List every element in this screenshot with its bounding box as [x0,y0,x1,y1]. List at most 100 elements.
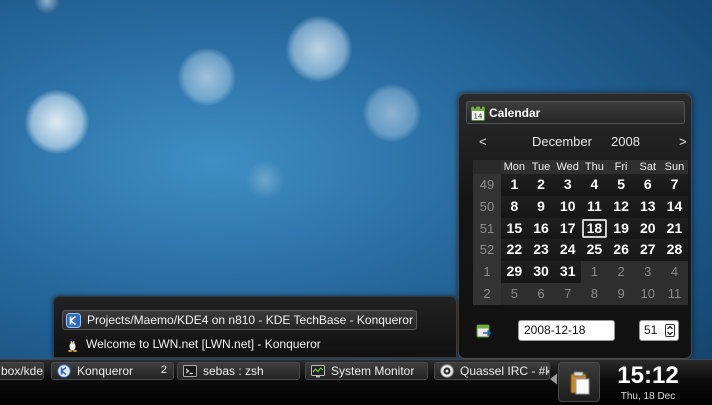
calendar-day[interactable]: 4 [581,174,608,196]
calendar-day[interactable]: 23 [527,239,555,262]
week-number[interactable]: 49 [473,174,501,196]
calendar-day[interactable]: 11 [581,195,608,218]
calendar-day[interactable]: 2 [527,174,555,196]
week-number-spinbox[interactable]: 51 [639,320,679,341]
terminal-icon [183,364,197,378]
day-names-row: Mon Tue Wed Thu Fri Sat Sun [473,160,688,174]
system-monitor-icon [311,364,325,378]
clipboard-icon[interactable] [569,371,591,399]
calendar-day-today[interactable]: 18 [581,217,608,240]
calendar-day[interactable]: 13 [634,195,662,218]
task-group-popup: Projects/Maemo/KDE4 on n810 - KDE TechBa… [53,296,457,358]
wallpaper-light [245,160,285,200]
day-name-header: Mon [503,161,526,173]
calendar-day[interactable]: 10 [634,282,662,305]
week-number[interactable]: 1 [473,261,501,283]
calendar-day[interactable]: 17 [554,217,582,240]
calendar-day[interactable]: 7 [661,174,688,196]
calendar-day[interactable]: 29 [501,261,528,283]
calendar-day[interactable]: 26 [607,239,635,262]
task-label: box/kde [1,364,44,378]
calendar-widget: 14 Calendar < December 2008 > Mon Tue Wed T… [458,93,692,359]
clock-time[interactable]: 15:12 [603,362,693,390]
date-input[interactable]: 2008-12-18 [518,320,615,341]
year-label[interactable]: 2008 [611,134,640,149]
quassel-icon [440,364,454,378]
calendar-day[interactable]: 1 [581,261,608,283]
calendar-day[interactable]: 28 [661,239,688,262]
calendar-day[interactable]: 30 [527,261,555,283]
calendar-day[interactable]: 16 [527,217,555,240]
task-label: sebas : zsh [203,364,264,378]
jump-to-today-icon[interactable] [476,323,492,339]
calendar-grid: Mon Tue Wed Thu Fri Sat Sun 49 1 2 3 4 5 6 7 50 8 9 10 11 1… [473,160,688,305]
previous-month-button[interactable]: < [479,134,487,149]
day-name-header: Wed [556,161,579,173]
day-name-header: Sun [664,161,685,173]
week-number[interactable]: 2 [473,282,501,305]
calendar-day[interactable]: 5 [501,282,528,305]
calendar-navigation: < December 2008 > [471,134,687,152]
calendar-day[interactable]: 6 [527,282,555,305]
popup-window-item[interactable]: Welcome to LWN.net [LWN.net] - Konqueror [62,334,417,354]
calendar-day[interactable]: 25 [581,239,608,262]
taskbar-panel: box/kde Konqueror 2 sebas : zsh System M… [0,359,712,405]
calendar-day[interactable]: 9 [607,282,635,305]
calendar-day[interactable]: 6 [634,174,662,196]
calendar-day[interactable]: 2 [607,261,635,283]
calendar-day[interactable]: 9 [527,195,555,218]
task-label: Konqueror [77,364,134,378]
task-button-terminal[interactable]: sebas : zsh [177,362,300,380]
popup-item-label: Welcome to LWN.net [LWN.net] - Konqueror [86,337,321,351]
calendar-day[interactable]: 3 [554,174,582,196]
calendar-day[interactable]: 21 [661,217,688,240]
calendar-title: Calendar [489,105,541,120]
wallpaper-light [25,90,89,154]
system-tray[interactable] [558,362,600,402]
calendar-week-row: 49 1 2 3 4 5 6 7 [473,174,688,196]
popup-window-item[interactable]: Projects/Maemo/KDE4 on n810 - KDE TechBa… [62,310,417,330]
calendar-day[interactable]: 12 [607,195,635,218]
week-number[interactable]: 50 [473,195,501,218]
calendar-day[interactable]: 14 [661,195,688,218]
calendar-day[interactable]: 8 [501,195,528,218]
calendar-day[interactable]: 22 [501,239,528,262]
calendar-day[interactable]: 20 [634,217,662,240]
tray-expand-arrow-icon[interactable] [549,370,558,389]
calendar-week-row: 52 22 23 24 25 26 27 28 [473,239,688,262]
calendar-week-row: 50 8 9 10 11 12 13 14 [473,195,688,218]
calendar-day[interactable]: 5 [607,174,635,196]
wallpaper-light [363,84,421,142]
next-month-button[interactable]: > [679,134,687,149]
wallpaper-light [34,0,60,14]
calendar-week-row: 1 29 30 31 1 2 3 4 [473,261,688,283]
week-number[interactable]: 52 [473,239,501,262]
week-number[interactable]: 51 [473,217,501,240]
spin-arrows-icon[interactable] [665,324,675,337]
calendar-day[interactable]: 8 [581,282,608,305]
calendar-day[interactable]: 10 [554,195,582,218]
calendar-day[interactable]: 4 [661,261,688,283]
calendar-day[interactable]: 27 [634,239,662,262]
calendar-day[interactable]: 1 [501,174,528,196]
task-button-konqueror[interactable]: Konqueror 2 [51,362,174,380]
calendar-day[interactable]: 31 [554,261,582,283]
task-group-count: 2 [160,364,167,376]
calendar-day[interactable]: 7 [554,282,582,305]
wallpaper-light [178,48,236,106]
week-number-header [473,160,501,174]
popup-item-label: Projects/Maemo/KDE4 on n810 - KDE TechBa… [87,313,413,327]
month-label[interactable]: December [532,134,592,149]
calendar-day[interactable]: 11 [661,282,688,305]
calendar-day[interactable]: 15 [501,217,528,240]
calendar-day[interactable]: 3 [634,261,662,283]
konqueror-icon [57,364,71,378]
calendar-day[interactable]: 19 [607,217,635,240]
calendar-footer: 2008-12-18 51 [473,320,683,342]
task-button-quassel[interactable]: Quassel IRC - #kde [434,362,550,380]
task-button[interactable]: box/kde [0,362,44,380]
calendar-day[interactable]: 24 [554,239,582,262]
calendar-week-row: 2 5 6 7 8 9 10 11 [473,282,688,305]
calendar-titlebar[interactable]: 14 Calendar [466,101,685,124]
task-button-system-monitor[interactable]: System Monitor [305,362,428,380]
